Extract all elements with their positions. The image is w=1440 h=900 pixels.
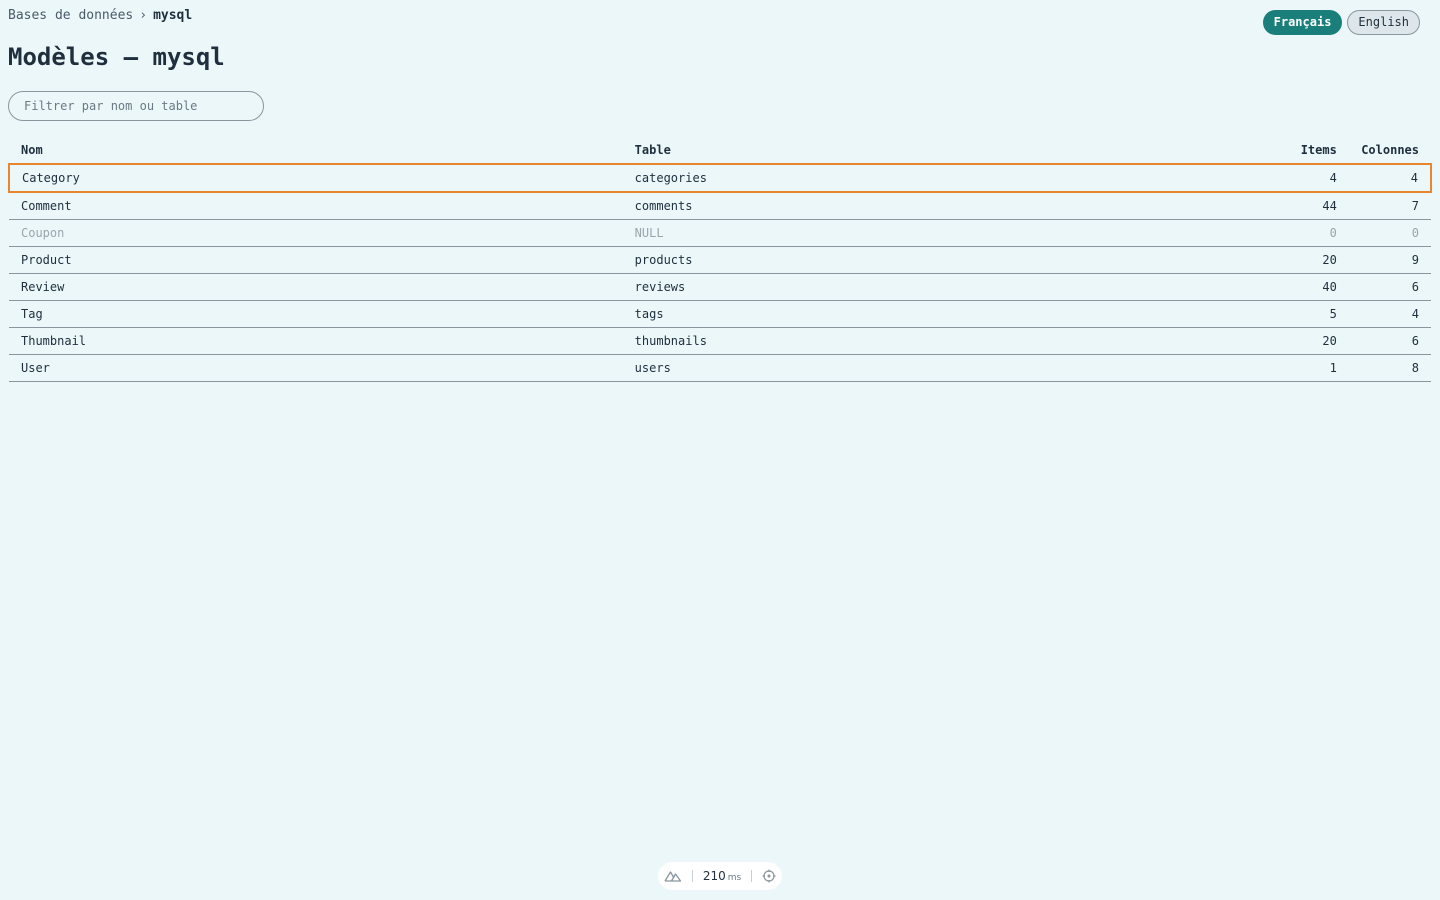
cell-items: 4 — [1264, 163, 1349, 193]
cell-columns: 0 — [1348, 219, 1431, 247]
models-table: Nom Table Items Colonnes Category catego… — [8, 137, 1433, 382]
breadcrumb-current: mysql — [153, 8, 193, 23]
cell-name: Tag — [9, 300, 623, 328]
cell-items: 20 — [1264, 246, 1349, 274]
breadcrumb-separator: › — [139, 8, 148, 23]
cell-name: Product — [9, 246, 623, 274]
cell-columns: 4 — [1348, 300, 1431, 328]
cell-table: categories — [622, 163, 1265, 193]
devtools-bar: 210 ms — [658, 862, 782, 890]
crosshair-icon[interactable] — [762, 869, 776, 883]
cell-name: Comment — [9, 192, 623, 220]
breadcrumb: Bases de données › mysql — [8, 7, 192, 25]
language-switcher: Français English — [1262, 10, 1420, 35]
cell-table: products — [622, 246, 1265, 274]
lang-button-french[interactable]: Français — [1262, 10, 1343, 35]
breadcrumb-databases-link[interactable]: Bases de données — [8, 8, 133, 23]
devtools-divider — [751, 870, 753, 882]
cell-items: 1 — [1264, 354, 1349, 382]
cell-columns: 7 — [1348, 192, 1431, 220]
column-header-items: Items — [1300, 143, 1337, 157]
table-row[interactable]: Coupon NULL 0 0 — [9, 219, 1431, 247]
cell-table: NULL — [622, 219, 1265, 247]
page: Bases de données › mysql Français English … — [0, 0, 1440, 900]
cell-table: comments — [622, 192, 1265, 220]
cell-items: 5 — [1264, 300, 1349, 328]
lang-button-english[interactable]: English — [1347, 10, 1420, 35]
nuxt-logo-icon[interactable] — [664, 869, 682, 883]
page-title: Modèles — mysql — [8, 43, 225, 71]
table-row[interactable]: Product products 20 9 — [9, 246, 1431, 274]
table-row[interactable]: User users 1 8 — [9, 354, 1431, 382]
devtools-divider — [691, 870, 693, 882]
cell-table: users — [622, 354, 1265, 382]
cell-items: 20 — [1264, 327, 1349, 355]
cell-name: Category — [8, 163, 623, 193]
column-header-name: Nom — [21, 143, 43, 157]
cell-name: User — [9, 354, 623, 382]
cell-items: 44 — [1264, 192, 1349, 220]
cell-table: reviews — [622, 273, 1265, 301]
cell-columns: 8 — [1348, 354, 1431, 382]
column-header-columns: Colonnes — [1361, 143, 1419, 157]
table-row[interactable]: Review reviews 40 6 — [9, 273, 1431, 301]
cell-name: Review — [9, 273, 623, 301]
cell-name: Thumbnail — [9, 327, 623, 355]
cell-columns: 6 — [1348, 273, 1431, 301]
column-header-table: Table — [634, 143, 671, 157]
render-time-unit: ms — [727, 873, 742, 883]
cell-columns: 6 — [1348, 327, 1431, 355]
table-row[interactable]: Comment comments 44 7 — [9, 192, 1431, 220]
table-row[interactable]: Category categories 4 4 — [8, 163, 1433, 193]
render-time-value: 210 — [702, 869, 726, 883]
render-time: 210 ms — [703, 869, 741, 883]
table-row[interactable]: Tag tags 5 4 — [9, 300, 1431, 328]
cell-columns: 9 — [1348, 246, 1431, 274]
filter-input[interactable] — [8, 91, 264, 121]
cell-name: Coupon — [9, 219, 623, 247]
cell-table: tags — [622, 300, 1265, 328]
cell-items: 40 — [1264, 273, 1349, 301]
cell-items: 0 — [1264, 219, 1349, 247]
cell-table: thumbnails — [622, 327, 1265, 355]
cell-columns: 4 — [1348, 163, 1433, 193]
table-header-row: Nom Table Items Colonnes — [9, 137, 1431, 164]
table-row[interactable]: Thumbnail thumbnails 20 6 — [9, 327, 1431, 355]
